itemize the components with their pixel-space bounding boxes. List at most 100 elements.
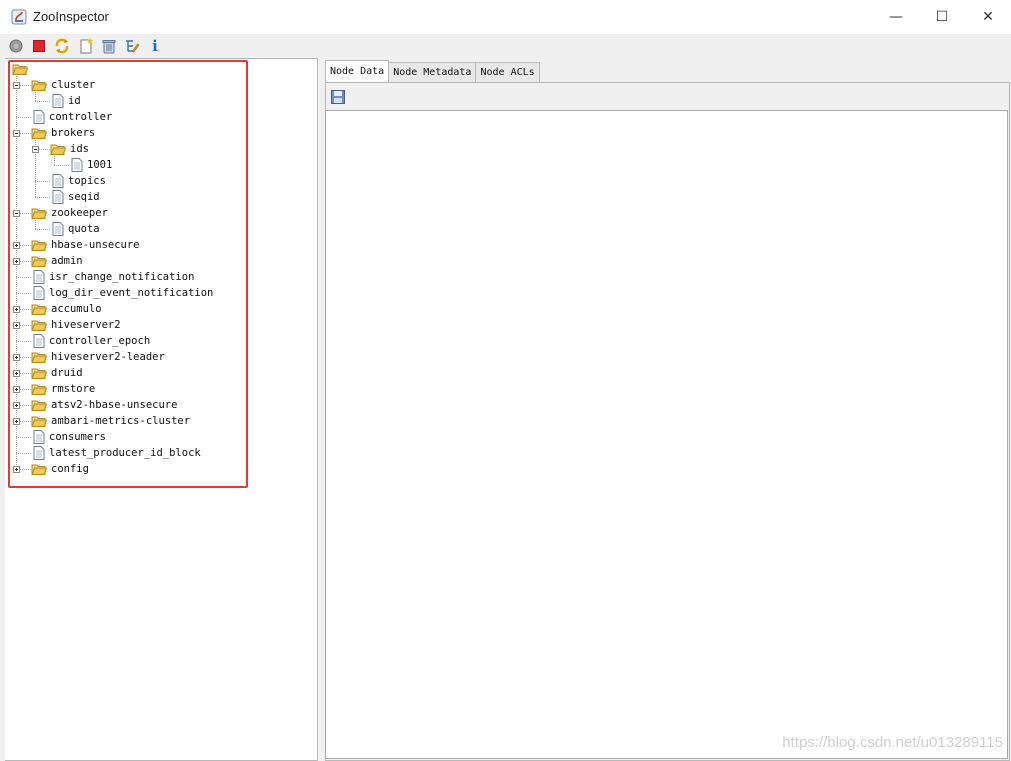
expand-toggle-icon[interactable] [13,386,20,393]
tree-connector [16,453,31,454]
tree-node[interactable]: topics [50,173,106,189]
file-icon [33,286,45,300]
collapse-toggle-icon[interactable] [13,130,20,137]
expand-toggle-icon[interactable] [13,402,20,409]
tree-node[interactable]: 1001 [69,157,112,173]
tree-node[interactable]: quota [50,221,100,237]
close-button[interactable]: ✕ [965,0,1011,34]
add-node-button[interactable] [77,37,95,55]
folder-icon [31,462,47,476]
tree-connector [16,293,31,294]
tree-node[interactable]: admin [31,253,83,269]
tab-node-data[interactable]: Node Data [325,60,390,82]
node-data-editor[interactable] [325,110,1008,759]
connect-icon [9,39,23,53]
tree-node-label: log_dir_event_notification [49,287,214,299]
expand-toggle-icon[interactable] [13,354,20,361]
tree-node-label: consumers [49,431,106,443]
tree-node-label: id [68,95,81,107]
expand-toggle-icon[interactable] [13,418,20,425]
folder-icon [31,398,47,412]
tree-connector [35,135,36,197]
tree-node-label: cluster [51,79,96,91]
about-button[interactable]: i [146,37,164,55]
tree-node-label: zookeeper [51,207,108,219]
tree-node-label: latest_producer_id_block [49,447,201,459]
new-document-icon [78,38,94,54]
minimize-button[interactable]: — [873,0,919,34]
tree-node[interactable]: isr_change_notification [31,269,194,285]
expand-toggle-icon[interactable] [13,258,20,265]
tree-node-label: 1001 [87,159,113,171]
tree-node-label: admin [51,255,83,267]
folder-icon [50,142,66,156]
expand-toggle-icon[interactable] [13,466,20,473]
maximize-button[interactable]: ☐ [919,0,965,34]
viewer-tabs: Node Data Node Metadata Node ACLs [325,60,540,82]
collapse-toggle-icon[interactable] [32,146,39,153]
connect-button[interactable] [7,37,25,55]
tree-node[interactable]: hiveserver2-leader [31,349,165,365]
tree-node[interactable]: config [31,461,89,477]
tree-node[interactable]: controller_epoch [31,333,150,349]
tree-node-label: controller_epoch [49,335,151,347]
tree-connector [54,165,69,166]
tree-node[interactable]: ambari-metrics-cluster [31,413,190,429]
tree-node[interactable]: consumers [31,429,106,445]
tree-node-label: rmstore [51,383,96,395]
tree-node-label: controller [49,111,113,123]
disconnect-button[interactable] [30,37,48,55]
tree-node[interactable]: log_dir_event_notification [31,285,213,301]
tab-node-metadata[interactable]: Node Metadata [388,62,477,82]
refresh-icon [54,38,70,54]
tree-node-label: topics [68,175,106,187]
tree-node[interactable]: controller [31,109,112,125]
tree-node-label: druid [51,367,83,379]
tree-node[interactable]: accumulo [31,301,102,317]
expand-toggle-icon[interactable] [13,322,20,329]
folder-icon [31,414,47,428]
expand-toggle-icon[interactable] [13,306,20,313]
tree-connector [16,117,31,118]
expand-toggle-icon[interactable] [13,242,20,249]
file-icon [33,446,45,460]
tree-node-label: accumulo [51,303,102,315]
trash-icon [101,38,117,54]
tree-node-label: seqid [68,191,100,203]
tree-node-label: config [51,463,89,475]
tree-node-label: hiveserver2 [51,319,121,331]
tree-node-label: atsv2-hbase-unsecure [51,399,178,411]
edit-node-viewers-button[interactable] [123,37,141,55]
save-icon [330,89,346,105]
tree-node[interactable]: id [50,93,81,109]
tree-node[interactable]: hiveserver2 [31,317,121,333]
tab-node-acls[interactable]: Node ACLs [475,62,540,82]
tree-node[interactable]: latest_producer_id_block [31,445,201,461]
folder-icon [31,206,47,220]
tree-node[interactable]: brokers [31,125,95,141]
folder-icon [31,318,47,332]
file-icon [33,270,45,284]
expand-toggle-icon[interactable] [13,370,20,377]
file-icon [52,94,64,108]
save-button[interactable] [330,89,346,105]
tree-node[interactable]: zookeeper [31,205,108,221]
tree-node[interactable]: seqid [50,189,100,205]
tree-node[interactable]: hbase-unsecure [31,237,140,253]
tree-node-label: hiveserver2-leader [51,351,165,363]
tree-node[interactable]: druid [31,365,83,381]
edit-tree-icon [124,38,140,54]
delete-node-button[interactable] [100,37,118,55]
refresh-button[interactable] [53,37,71,55]
collapse-toggle-icon[interactable] [13,82,20,89]
tree-connector [35,197,50,198]
tree-node[interactable]: atsv2-hbase-unsecure [31,397,177,413]
file-icon [33,430,45,444]
tree-node-label: isr_change_notification [49,271,195,283]
collapse-toggle-icon[interactable] [13,210,20,217]
tree-node[interactable]: ids [50,141,89,157]
tree-node[interactable] [12,61,32,77]
tree-node-label: brokers [51,127,96,139]
tree-node[interactable]: rmstore [31,381,95,397]
tree-node[interactable]: cluster [31,77,95,93]
